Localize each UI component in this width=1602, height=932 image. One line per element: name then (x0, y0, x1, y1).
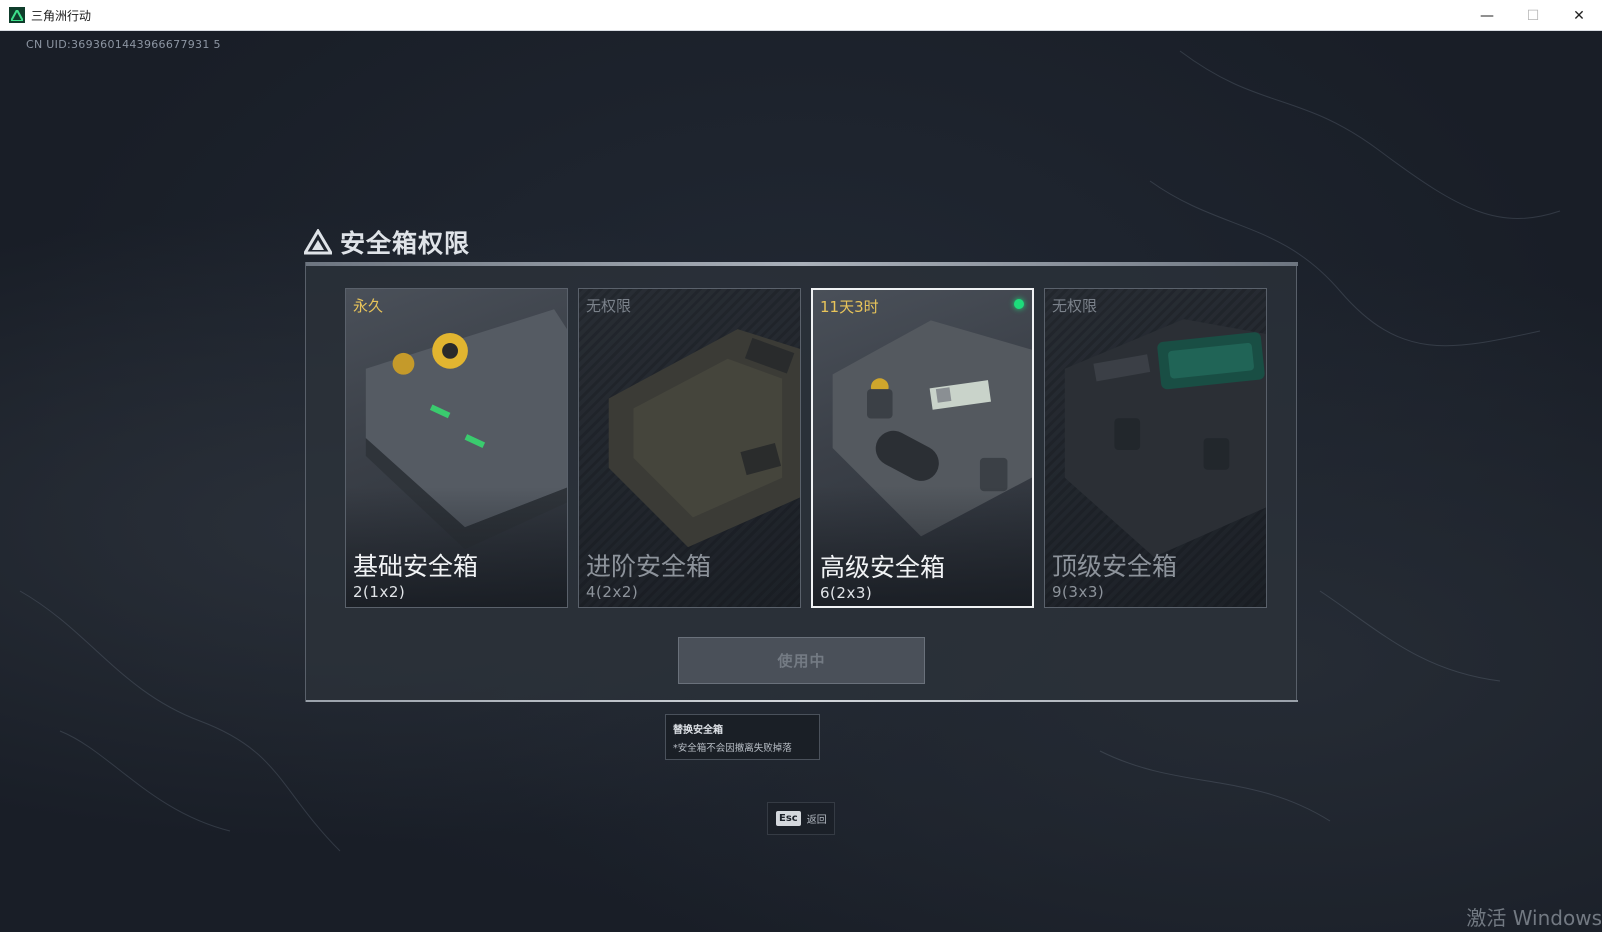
panel-title: 安全箱权限 (340, 229, 471, 258)
card-name: 基础安全箱 (353, 552, 479, 581)
safe-box-card-list: 永久 基础安全箱 2(1x2) 无权限 进阶安全箱 4(2x2) 11天3时 高… (345, 288, 1267, 608)
active-indicator-icon (1014, 299, 1024, 309)
app-logo-icon (9, 7, 25, 23)
card-name: 高级安全箱 (820, 553, 946, 582)
panel-bottom-border (306, 700, 1298, 702)
safe-box-panel: 永久 基础安全箱 2(1x2) 无权限 进阶安全箱 4(2x2) 11天3时 高… (305, 262, 1298, 702)
card-size: 4(2x2) (586, 583, 639, 601)
card-status: 11天3时 (820, 298, 879, 316)
back-button[interactable]: Esc 返回 (767, 802, 835, 835)
maximize-button[interactable]: ☐ (1510, 0, 1556, 31)
window-title: 三角洲行动 (31, 8, 92, 23)
in-use-button[interactable]: 使用中 (678, 637, 925, 684)
tooltip-text: *安全箱不会因撤离失败掉落 (673, 743, 792, 754)
panel-header: 安全箱权限 (304, 222, 604, 262)
card-status: 无权限 (586, 297, 632, 315)
delta-logo-icon (304, 229, 332, 255)
tooltip-title: 替换安全箱 (673, 725, 723, 736)
card-status: 无权限 (1052, 297, 1098, 315)
window-titlebar[interactable]: 三角洲行动 — ☐ ✕ (0, 0, 1602, 31)
safe-box-card-advanced[interactable]: 无权限 进阶安全箱 4(2x2) (578, 288, 801, 608)
safe-box-card-top[interactable]: 无权限 顶级安全箱 9(3x3) (1044, 288, 1267, 608)
card-size: 6(2x3) (820, 584, 873, 602)
card-status: 永久 (353, 297, 384, 315)
card-name: 进阶安全箱 (586, 552, 712, 581)
card-name: 顶级安全箱 (1052, 552, 1178, 581)
safe-box-card-basic[interactable]: 永久 基础安全箱 2(1x2) (345, 288, 568, 608)
user-uid: CN UID:3693601443966677931 5 (26, 38, 221, 51)
back-label: 返回 (806, 815, 827, 826)
replace-safe-box-tooltip: 替换安全箱 *安全箱不会因撤离失败掉落 (665, 714, 820, 760)
window-controls: — ☐ ✕ (1464, 0, 1602, 31)
activate-windows-watermark: 激活 Windows (1466, 906, 1602, 930)
minimize-button[interactable]: — (1464, 0, 1510, 31)
card-size: 2(1x2) (353, 583, 406, 601)
game-viewport: CN UID:3693601443966677931 5 安全箱权限 永久 基础… (0, 31, 1602, 932)
panel-top-border (306, 262, 1298, 266)
close-button[interactable]: ✕ (1556, 0, 1602, 31)
card-size: 9(3x3) (1052, 583, 1105, 601)
safe-box-card-premium[interactable]: 11天3时 高级安全箱 6(2x3) (811, 288, 1034, 608)
esc-key-icon: Esc (776, 811, 801, 826)
